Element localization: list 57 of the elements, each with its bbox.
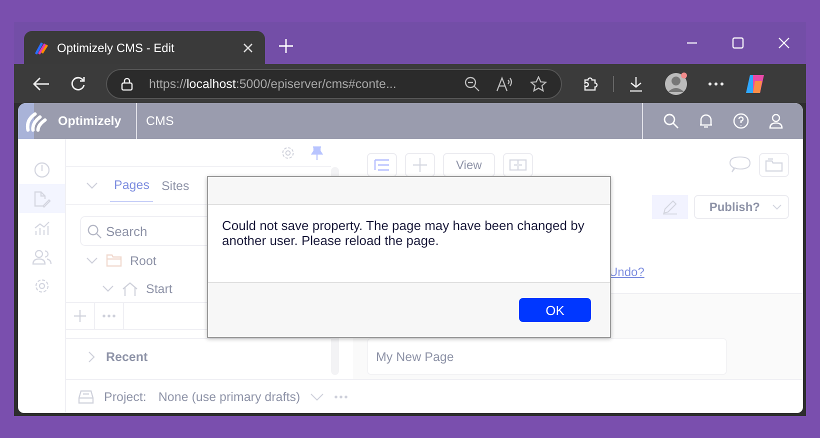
panel-tab[interactable]: Sites: [157, 170, 194, 202]
compare-icon[interactable]: [508, 159, 527, 171]
tab-title: Optimizely CMS - Edit: [57, 40, 176, 54]
ok-button[interactable]: OK: [519, 298, 591, 322]
project-label: Project:: [104, 390, 146, 404]
folder-icon[interactable]: [765, 158, 783, 172]
bell-icon[interactable]: [699, 113, 713, 129]
chevron-down-icon[interactable]: [102, 284, 114, 292]
pencil-icon: [662, 199, 678, 215]
tree-item[interactable]: Start: [66, 275, 331, 302]
read-aloud-icon[interactable]: [496, 76, 514, 92]
comment-icon[interactable]: [729, 156, 751, 174]
star-icon[interactable]: [530, 76, 547, 92]
project-value[interactable]: None (use primary drafts): [158, 390, 300, 404]
back-arrow-icon[interactable]: [32, 76, 50, 90]
logo-text: Optimizely: [58, 114, 122, 128]
copilot-icon[interactable]: [744, 72, 766, 94]
home-icon: [122, 282, 138, 296]
avatar-icon[interactable]: [664, 72, 688, 96]
search-icon[interactable]: [663, 113, 679, 129]
zoom-out-icon[interactable]: [464, 76, 480, 92]
chart-icon: [34, 220, 50, 236]
search-icon: [87, 224, 102, 239]
nav-item[interactable]: [18, 184, 65, 213]
view-button[interactable]: View: [443, 153, 495, 177]
url-text: https://localhost:5000/episerver/cms#conte...: [149, 76, 398, 90]
address-bar[interactable]: https://localhost:5000/episerver/cms#conte...: [106, 68, 562, 98]
gear-icon[interactable]: [281, 146, 295, 160]
users-icon: [32, 248, 52, 264]
list-icon[interactable]: [374, 159, 390, 171]
chevron-down-icon[interactable]: [86, 256, 98, 264]
logo-icon: [33, 40, 49, 56]
reload-icon[interactable]: [70, 76, 86, 92]
help-icon[interactable]: [733, 113, 749, 129]
tray-icon[interactable]: [78, 390, 94, 404]
lock-icon: [121, 76, 133, 90]
download-icon[interactable]: [628, 76, 644, 92]
folder-icon: [106, 254, 122, 267]
chevron-right-icon[interactable]: [88, 351, 96, 363]
tree-item[interactable]: Root: [66, 246, 331, 275]
more-icon[interactable]: [708, 82, 724, 86]
gear-icon: [34, 278, 50, 294]
gauge-icon: [34, 162, 50, 178]
chevron-down-icon[interactable]: [86, 182, 98, 190]
section-title: CMS: [136, 103, 174, 139]
chevron-down-icon: [772, 204, 782, 210]
chevron-down-icon[interactable]: [310, 392, 324, 400]
document-edit-icon: [32, 190, 50, 208]
browser-tab[interactable]: Optimizely CMS - Edit: [24, 31, 265, 64]
name-field[interactable]: My New Page: [367, 338, 727, 375]
panel-tab[interactable]: Pages: [110, 169, 154, 202]
maximize-icon[interactable]: [732, 37, 744, 49]
pin-icon[interactable]: [311, 146, 323, 160]
close-icon[interactable]: [243, 42, 253, 52]
publish-button[interactable]: Publish?: [694, 195, 789, 219]
user-icon[interactable]: [769, 113, 783, 129]
puzzle-icon[interactable]: [582, 75, 599, 92]
